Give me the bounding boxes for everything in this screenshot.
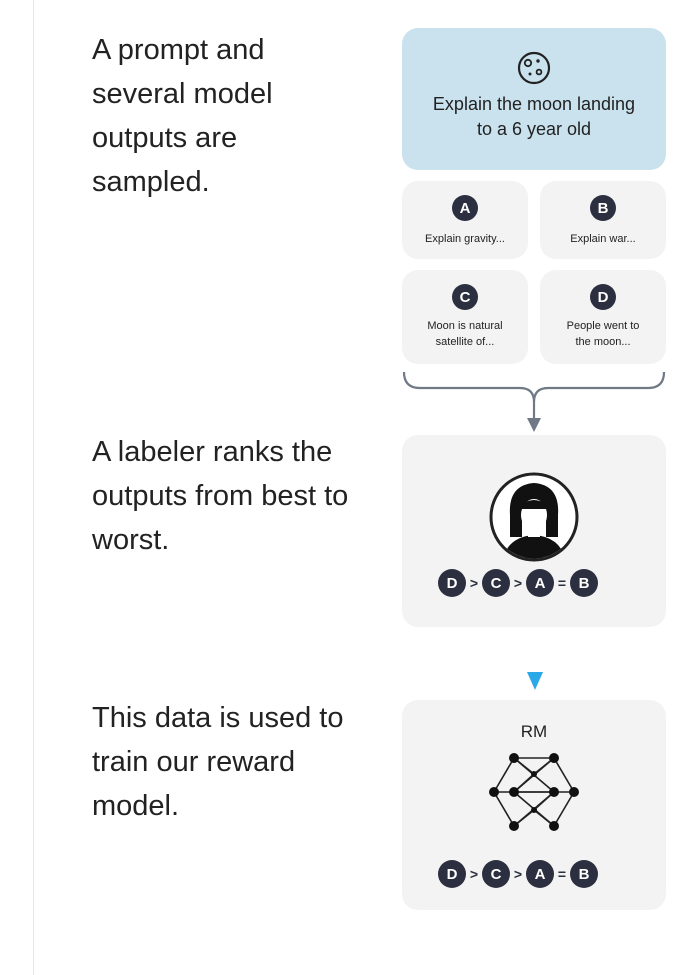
step-1-text: A prompt and several model outputs are s… xyxy=(92,34,273,198)
rm-rank-op-2: > xyxy=(513,866,523,882)
prompt-card: Explain the moon landing to a 6 year old xyxy=(402,28,666,170)
output-card-d: D People went to the moon... xyxy=(540,270,666,364)
ranking-row-labeler: D > C > A = B xyxy=(438,569,598,597)
ranking-row-rm: D > C > A = B xyxy=(438,860,598,888)
output-badge-c: C xyxy=(452,284,478,310)
rm-rank-item-3: A xyxy=(526,860,554,888)
labeler-card: D > C > A = B xyxy=(402,435,666,627)
neural-network-icon xyxy=(489,753,579,831)
output-badge-a: A xyxy=(452,195,478,221)
reward-model-card: RM D > C > A = B xyxy=(402,700,666,910)
rm-rank-item-4: B xyxy=(570,860,598,888)
output-card-c: C Moon is natural satellite of... xyxy=(402,270,528,364)
output-text-b: Explain war... xyxy=(570,233,636,245)
output-card-a: A Explain gravity... xyxy=(402,181,528,259)
prompt-text: Explain the moon landing to a 6 year old xyxy=(432,94,636,139)
output-text-c: Moon is natural satellite of... xyxy=(427,320,503,348)
rank-item-3: A xyxy=(526,569,554,597)
rank-op-2: > xyxy=(513,575,523,591)
rm-rank-op-3: = xyxy=(557,866,567,882)
rank-item-2: C xyxy=(482,569,510,597)
output-card-b: B Explain war... xyxy=(540,181,666,259)
moon-icon xyxy=(517,51,551,85)
reward-model-label: RM xyxy=(520,722,548,741)
labeler-avatar-icon xyxy=(489,472,579,562)
left-divider xyxy=(33,0,34,975)
rank-op-3: = xyxy=(557,575,567,591)
output-badge-b: B xyxy=(590,195,616,221)
output-text-d: People went to the moon... xyxy=(566,320,640,348)
rank-item-4: B xyxy=(570,569,598,597)
output-text-a: Explain gravity... xyxy=(425,233,505,245)
rank-op-1: > xyxy=(469,575,479,591)
step-3-text: This data is used to train our reward mo… xyxy=(92,702,344,822)
rm-rank-item-2: C xyxy=(482,860,510,888)
rank-item-1: D xyxy=(438,569,466,597)
rm-rank-op-1: > xyxy=(469,866,479,882)
output-badge-d: D xyxy=(590,284,616,310)
rm-rank-item-1: D xyxy=(438,860,466,888)
step-2-text: A labeler ranks the outputs from best to… xyxy=(92,436,349,556)
blue-arrow-icon xyxy=(527,672,543,690)
